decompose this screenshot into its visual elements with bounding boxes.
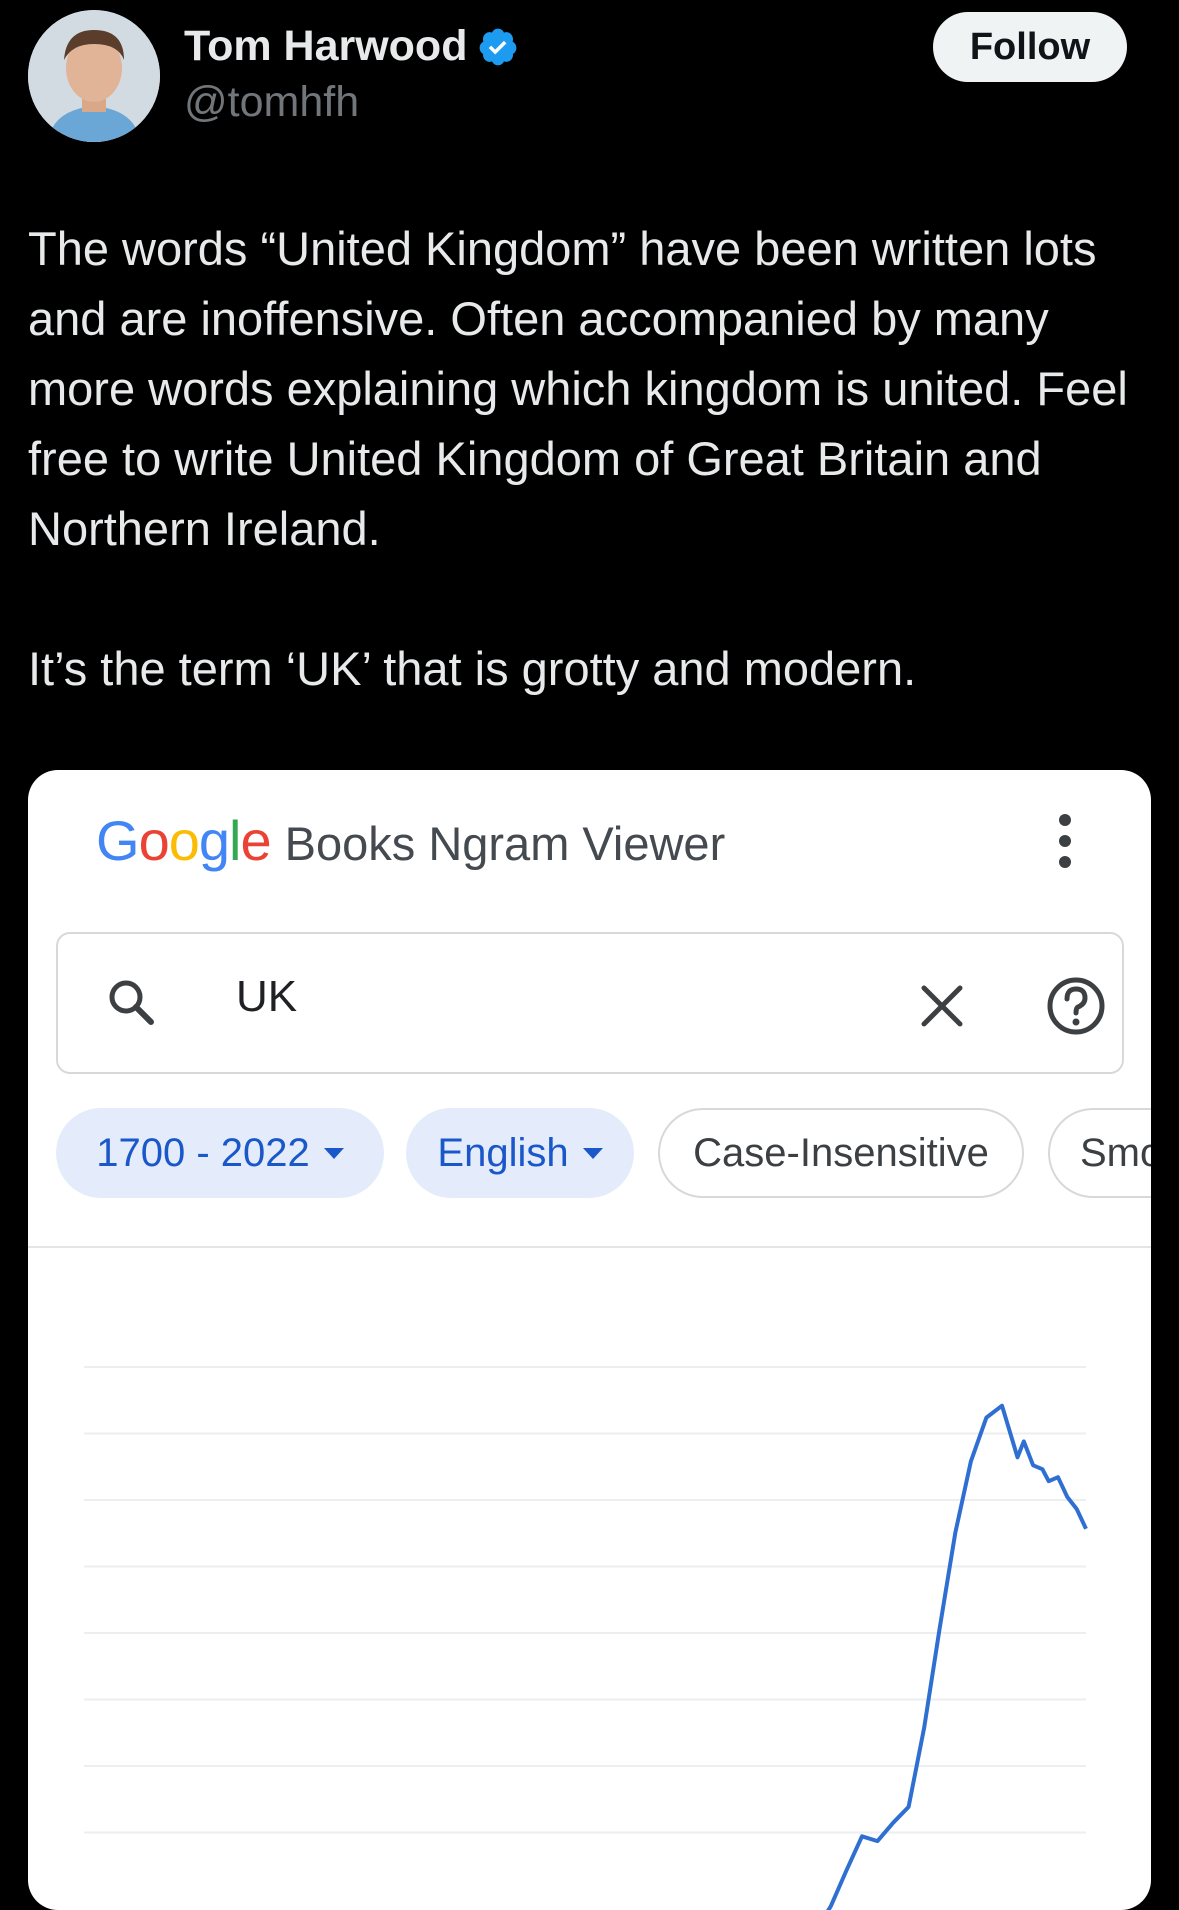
chevron-down-icon [582, 1147, 603, 1159]
case-label: Case-Insensitive [693, 1130, 989, 1175]
close-icon[interactable] [920, 984, 964, 1028]
help-icon[interactable] [1046, 976, 1106, 1036]
tweet-text: The words “United Kingdom” have been wri… [28, 214, 1148, 704]
ngram-header: Google Books Ngram Viewer [96, 808, 725, 873]
language-label: English [437, 1130, 569, 1175]
smoothing-label: Smo [1080, 1130, 1151, 1175]
google-logo: Google [96, 809, 272, 872]
avatar[interactable] [28, 10, 160, 142]
search-icon [109, 980, 154, 1025]
year-range-label: 1700 - 2022 [96, 1130, 310, 1175]
ngram-chart [84, 1366, 1088, 1910]
search-box[interactable]: UK [56, 932, 1124, 1074]
author-handle[interactable]: @tomhfh [184, 78, 359, 127]
series-line[interactable] [84, 1403, 1088, 1910]
smoothing-chip[interactable]: Smo [1048, 1108, 1151, 1198]
verified-badge-icon [480, 28, 517, 65]
attached-image[interactable]: Google Books Ngram Viewer UK 1700 - 2022… [28, 770, 1151, 1910]
tweet-paragraph: It’s the term ‘UK’ that is grotty and mo… [28, 642, 917, 695]
language-chip[interactable]: English [406, 1108, 634, 1198]
follow-button[interactable]: Follow [933, 12, 1127, 82]
case-insensitive-chip[interactable]: Case-Insensitive [658, 1108, 1024, 1198]
year-range-chip[interactable]: 1700 - 2022 [56, 1108, 384, 1198]
search-input[interactable]: UK [236, 972, 297, 1022]
more-options-icon[interactable] [1052, 814, 1078, 870]
app-title: Books Ngram Viewer [284, 817, 726, 870]
author-name[interactable]: Tom Harwood [184, 22, 467, 71]
chevron-down-icon [323, 1147, 344, 1159]
tweet-paragraph: The words “United Kingdom” have been wri… [28, 222, 1128, 555]
